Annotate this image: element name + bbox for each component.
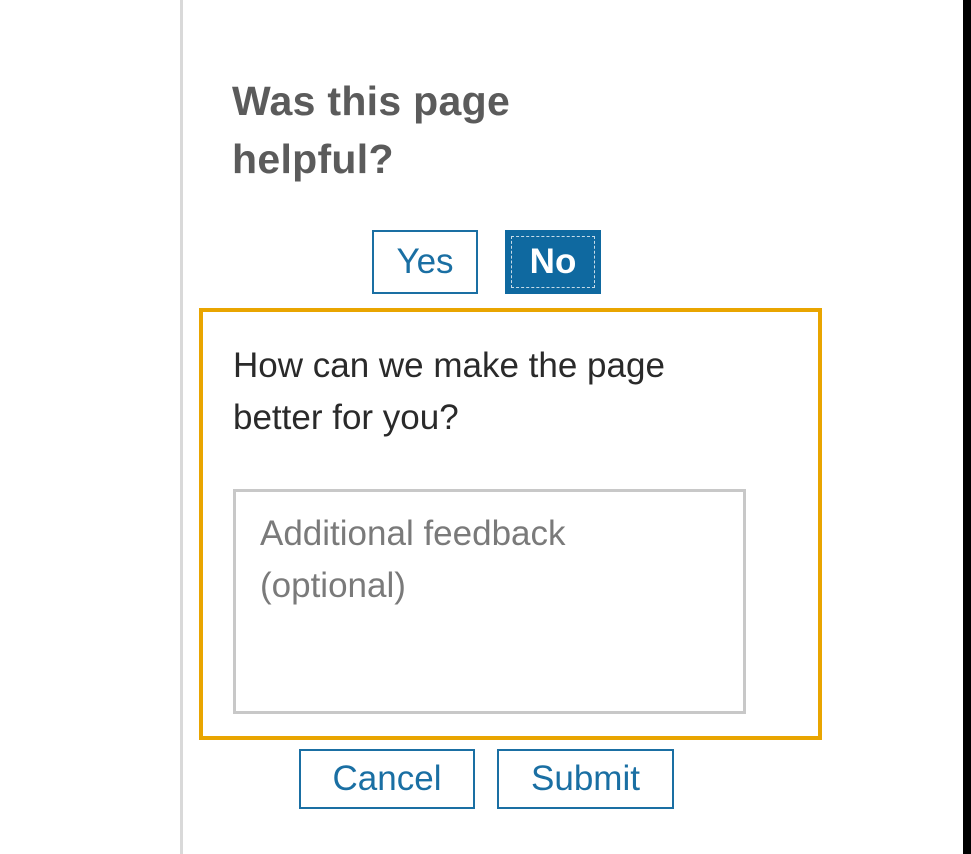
left-gutter: [0, 0, 180, 854]
no-button[interactable]: No: [505, 230, 601, 294]
submit-button[interactable]: Submit: [497, 749, 674, 809]
focus-ring: [511, 236, 595, 288]
yes-button-label: Yes: [396, 242, 454, 281]
additional-feedback-input[interactable]: [233, 489, 746, 714]
cancel-button-label: Cancel: [332, 759, 442, 798]
submit-button-label: Submit: [531, 759, 640, 798]
yes-button[interactable]: Yes: [372, 230, 478, 294]
cancel-button[interactable]: Cancel: [299, 749, 475, 809]
feedback-form-box: How can we make the page better for you?: [199, 308, 822, 740]
feedback-panel: Was this page helpful? Yes No How can we…: [0, 0, 963, 854]
feedback-heading: Was this page helpful?: [232, 78, 511, 182]
vertical-divider: [180, 0, 183, 854]
feedback-prompt: How can we make the page better for you?: [233, 346, 665, 437]
